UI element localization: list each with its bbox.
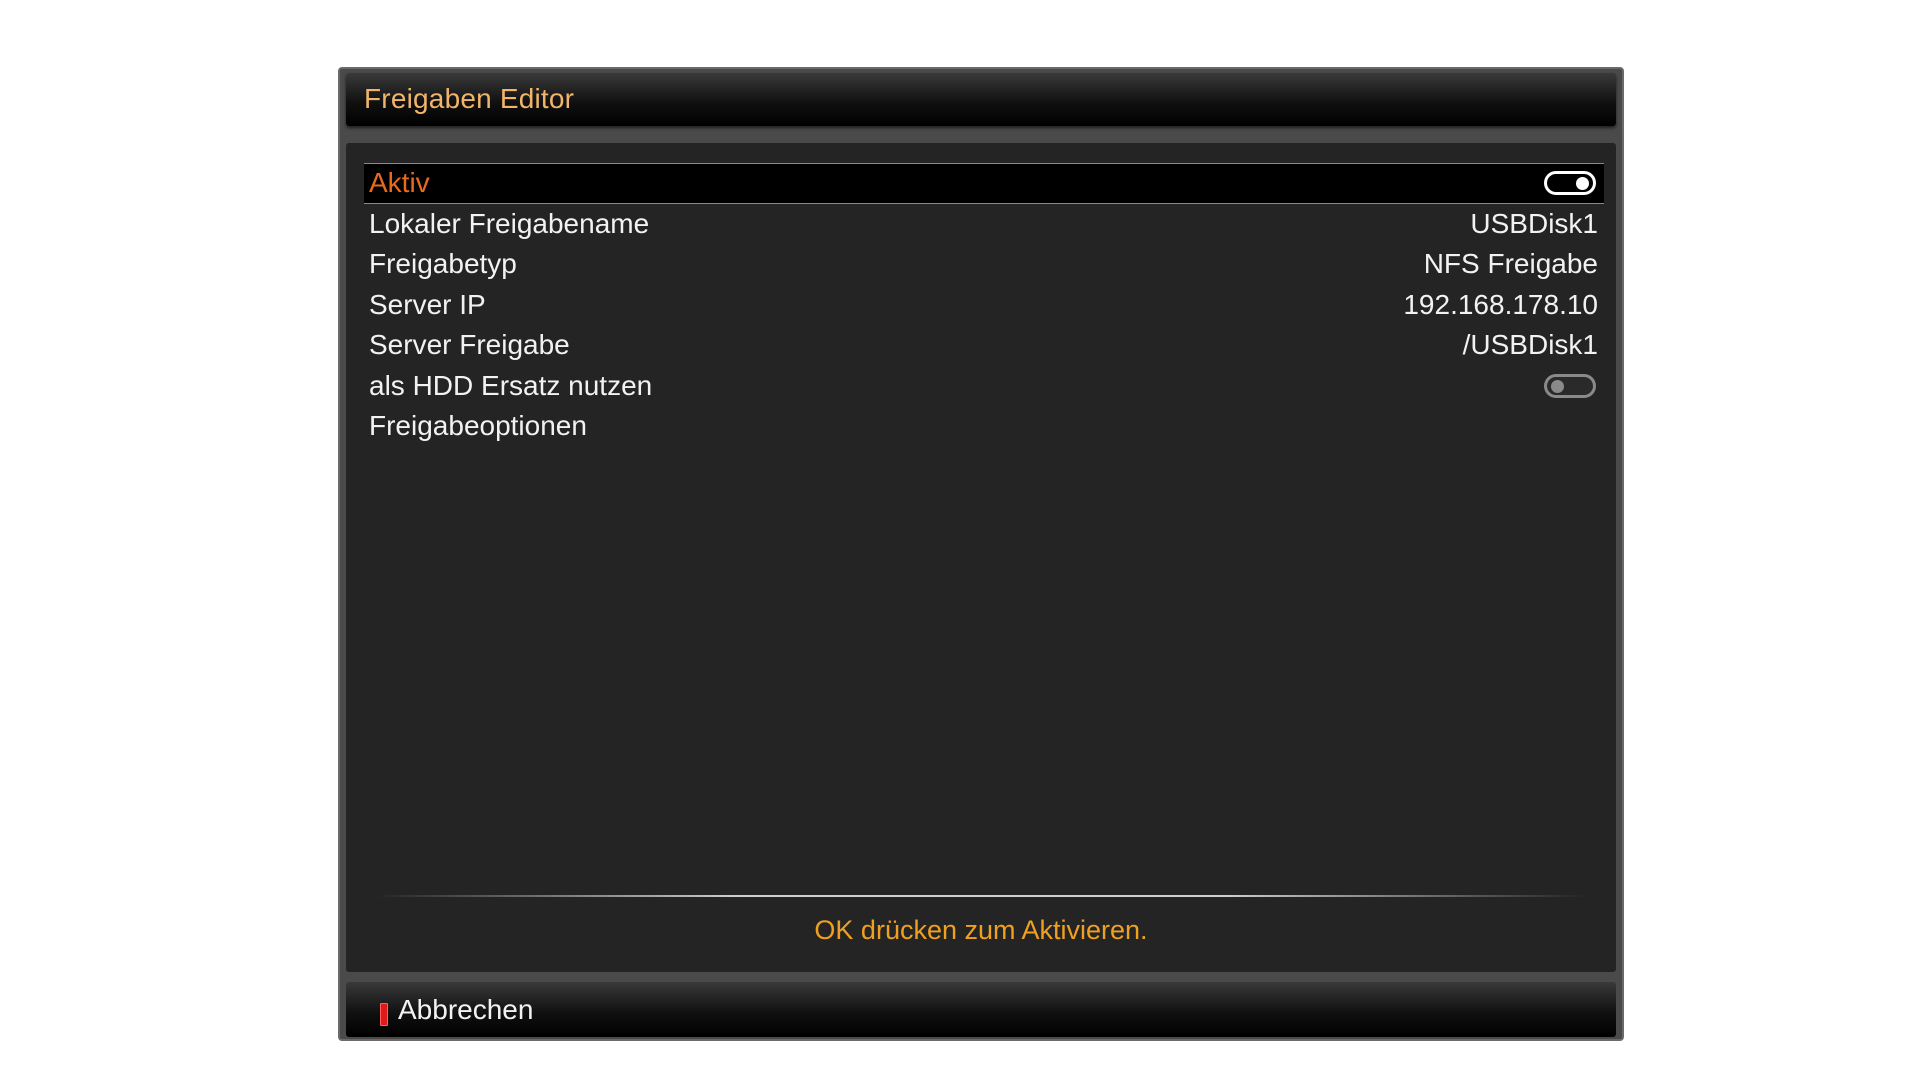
setting-label: Server IP — [369, 288, 486, 320]
setting-label: Lokaler Freigabename — [369, 207, 650, 239]
button-bar: Abbrechen — [346, 982, 1616, 1037]
setting-label: Server Freigabe — [369, 329, 570, 361]
cancel-button[interactable]: Abbrechen — [398, 994, 533, 1026]
setting-row-share-options[interactable]: Freigabeoptionen — [364, 406, 1604, 447]
setting-label: Aktiv — [369, 167, 430, 199]
setting-value: 192.168.178.10 — [1403, 288, 1598, 320]
setting-row-hdd-replacement[interactable]: als HDD Ersatz nutzen — [364, 366, 1604, 407]
settings-panel: Aktiv Lokaler Freigabename USBDisk1 Frei… — [346, 143, 1616, 972]
share-editor-window: Freigaben Editor Aktiv Lokaler Freigaben… — [338, 67, 1624, 1041]
setting-row-server-ip[interactable]: Server IP 192.168.178.10 — [364, 285, 1604, 326]
setting-value: NFS Freigabe — [1423, 248, 1598, 280]
help-hint: OK drücken zum Aktivieren. — [814, 915, 1148, 945]
setting-label: Freigabetyp — [369, 248, 517, 280]
settings-list: Aktiv Lokaler Freigabename USBDisk1 Frei… — [364, 163, 1604, 447]
setting-row-aktiv[interactable]: Aktiv — [364, 163, 1604, 204]
aktiv-toggle[interactable] — [1544, 171, 1596, 196]
hdd-replacement-toggle[interactable] — [1544, 373, 1596, 398]
title-bar: Freigaben Editor — [346, 73, 1616, 126]
setting-row-local-share-name[interactable]: Lokaler Freigabename USBDisk1 — [364, 204, 1604, 245]
setting-label: Freigabeoptionen — [369, 410, 587, 442]
setting-row-server-share[interactable]: Server Freigabe /USBDisk1 — [364, 325, 1604, 366]
hint-divider — [376, 895, 1586, 897]
setting-label: als HDD Ersatz nutzen — [369, 369, 653, 401]
setting-value: USBDisk1 — [1470, 207, 1598, 239]
setting-row-share-type[interactable]: Freigabetyp NFS Freigabe — [364, 244, 1604, 285]
window-title: Freigaben Editor — [364, 83, 575, 114]
setting-value: /USBDisk1 — [1462, 329, 1598, 361]
red-key-icon — [380, 1003, 388, 1026]
